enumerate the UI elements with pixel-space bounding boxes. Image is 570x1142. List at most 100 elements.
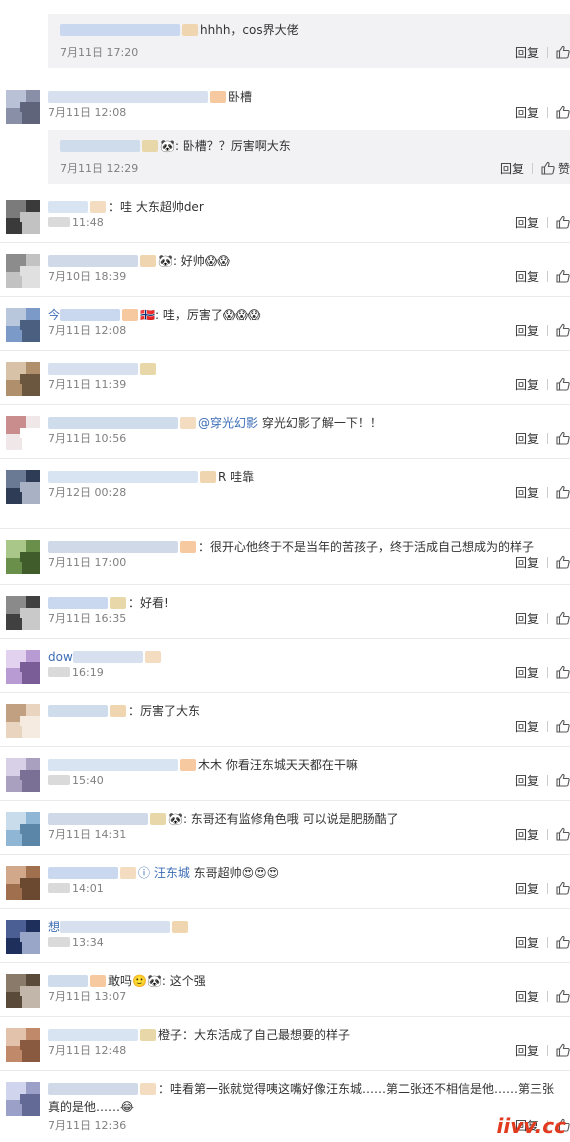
mention-link[interactable]: @穿光幻影 xyxy=(198,416,258,430)
username-blurred[interactable] xyxy=(60,23,180,36)
comment-item: ：好看! 7月11日 16:35 回复 xyxy=(0,584,570,639)
username-blurred[interactable] xyxy=(48,866,118,879)
like-icon[interactable] xyxy=(556,105,570,119)
like-icon[interactable] xyxy=(556,215,570,229)
reply-button[interactable]: 回复 xyxy=(515,105,539,121)
action-divider xyxy=(547,1045,548,1056)
avatar[interactable] xyxy=(6,416,40,450)
reply-button[interactable]: 回复 xyxy=(515,773,539,789)
mention-link[interactable]: ⓘ 汪东城 xyxy=(138,866,190,880)
username-blurred[interactable] xyxy=(48,974,88,987)
like-icon[interactable] xyxy=(556,555,570,569)
avatar[interactable] xyxy=(6,866,40,900)
timestamp-text: 15:40 xyxy=(72,774,104,787)
username-blurred[interactable] xyxy=(48,596,108,609)
username-blurred[interactable] xyxy=(48,90,208,103)
avatar[interactable] xyxy=(6,470,40,504)
avatar[interactable] xyxy=(6,200,40,234)
avatar[interactable] xyxy=(6,1082,40,1116)
timestamp: 7月11日 12:29 xyxy=(60,161,138,177)
comment-text: ：很开心他终于不是当年的苦孩子，终于活成自己想成为的样子 xyxy=(48,538,564,556)
reply-button[interactable]: 回复 xyxy=(515,1043,539,1059)
reply-button[interactable]: 回复 xyxy=(515,827,539,843)
comment-meta: 7月11日 12:48 回复 xyxy=(48,1043,570,1059)
avatar[interactable] xyxy=(6,704,40,738)
timestamp-text: 7月11日 14:31 xyxy=(48,828,127,841)
like-icon[interactable] xyxy=(556,45,570,59)
timestamp: 7月12日 00:28 xyxy=(48,485,126,501)
user-badge-icon xyxy=(110,704,126,717)
like-label[interactable]: 赞 xyxy=(558,161,570,177)
avatar[interactable] xyxy=(6,974,40,1008)
username-blurred[interactable] xyxy=(60,139,140,152)
like-icon[interactable] xyxy=(556,881,570,895)
reply-button[interactable]: 回复 xyxy=(515,989,539,1005)
username-blurred[interactable] xyxy=(48,416,178,429)
avatar[interactable] xyxy=(6,758,40,792)
comment-actions: 回复 xyxy=(515,485,570,501)
avatar[interactable] xyxy=(6,650,40,684)
avatar[interactable] xyxy=(6,1028,40,1062)
username-blurred[interactable] xyxy=(48,540,178,553)
like-icon[interactable] xyxy=(556,665,570,679)
reply-button[interactable]: 回复 xyxy=(515,719,539,735)
avatar[interactable] xyxy=(6,540,40,574)
like-icon[interactable] xyxy=(556,269,570,283)
username-blurred[interactable] xyxy=(60,920,171,933)
like-icon[interactable] xyxy=(556,989,570,1003)
reply-button[interactable]: 回复 xyxy=(515,45,539,61)
reply-button[interactable]: 回复 xyxy=(515,377,539,393)
like-icon[interactable] xyxy=(556,377,570,391)
username-visible[interactable]: 今 xyxy=(48,308,60,322)
avatar[interactable] xyxy=(6,254,40,288)
username-blurred[interactable] xyxy=(48,200,88,213)
username-blurred[interactable] xyxy=(48,758,178,771)
comment-body: 🐼: 好帅😱😱 xyxy=(158,254,230,268)
like-icon[interactable] xyxy=(556,935,570,949)
reply-button[interactable]: 回复 xyxy=(515,485,539,501)
avatar[interactable] xyxy=(6,812,40,846)
reply-button[interactable]: 回复 xyxy=(515,881,539,897)
comment-item: ⓘ 汪东城 东哥超帅😍😍😍 14:01 回复 xyxy=(0,854,570,909)
reply-button[interactable]: 回复 xyxy=(515,269,539,285)
avatar[interactable] xyxy=(6,362,40,396)
username-blurred[interactable] xyxy=(48,470,198,483)
reply-button[interactable]: 回复 xyxy=(515,555,539,571)
reply-button[interactable]: 回复 xyxy=(515,431,539,447)
reply-button[interactable]: 回复 xyxy=(515,215,539,231)
like-icon[interactable] xyxy=(556,773,570,787)
reply-button[interactable]: 回复 xyxy=(515,935,539,951)
like-icon[interactable] xyxy=(556,611,570,625)
like-icon[interactable] xyxy=(556,719,570,733)
username-blurred[interactable] xyxy=(72,650,143,663)
reply-button[interactable]: 回复 xyxy=(515,611,539,627)
like-icon[interactable] xyxy=(556,1043,570,1057)
username-visible[interactable]: dow xyxy=(48,650,73,664)
avatar[interactable] xyxy=(6,90,40,124)
reply-button[interactable]: 回复 xyxy=(515,665,539,681)
user-badge-icon xyxy=(200,470,216,483)
comment-meta: 7月10日 18:39 回复 xyxy=(48,269,570,285)
like-icon[interactable] xyxy=(541,161,555,175)
avatar[interactable] xyxy=(6,920,40,954)
username-blurred[interactable] xyxy=(48,1082,138,1095)
username-blurred[interactable] xyxy=(60,308,121,321)
action-divider xyxy=(547,325,548,336)
username-blurred[interactable] xyxy=(48,812,148,825)
username-blurred[interactable] xyxy=(48,254,138,267)
user-badge-icon xyxy=(144,650,161,663)
username-blurred[interactable] xyxy=(48,704,108,717)
like-icon[interactable] xyxy=(556,485,570,499)
username-blurred[interactable] xyxy=(48,1028,138,1041)
like-icon[interactable] xyxy=(556,431,570,445)
username-blurred[interactable] xyxy=(48,362,138,375)
like-icon[interactable] xyxy=(556,323,570,337)
comment-meta: 13:34 回复 xyxy=(48,935,570,951)
avatar[interactable] xyxy=(6,308,40,342)
like-icon[interactable] xyxy=(556,827,570,841)
reply-button[interactable]: 回复 xyxy=(500,161,524,177)
avatar[interactable] xyxy=(6,596,40,630)
comment-actions: 回复 xyxy=(515,555,570,571)
username-visible[interactable]: 想 xyxy=(48,920,60,934)
reply-button[interactable]: 回复 xyxy=(515,323,539,339)
